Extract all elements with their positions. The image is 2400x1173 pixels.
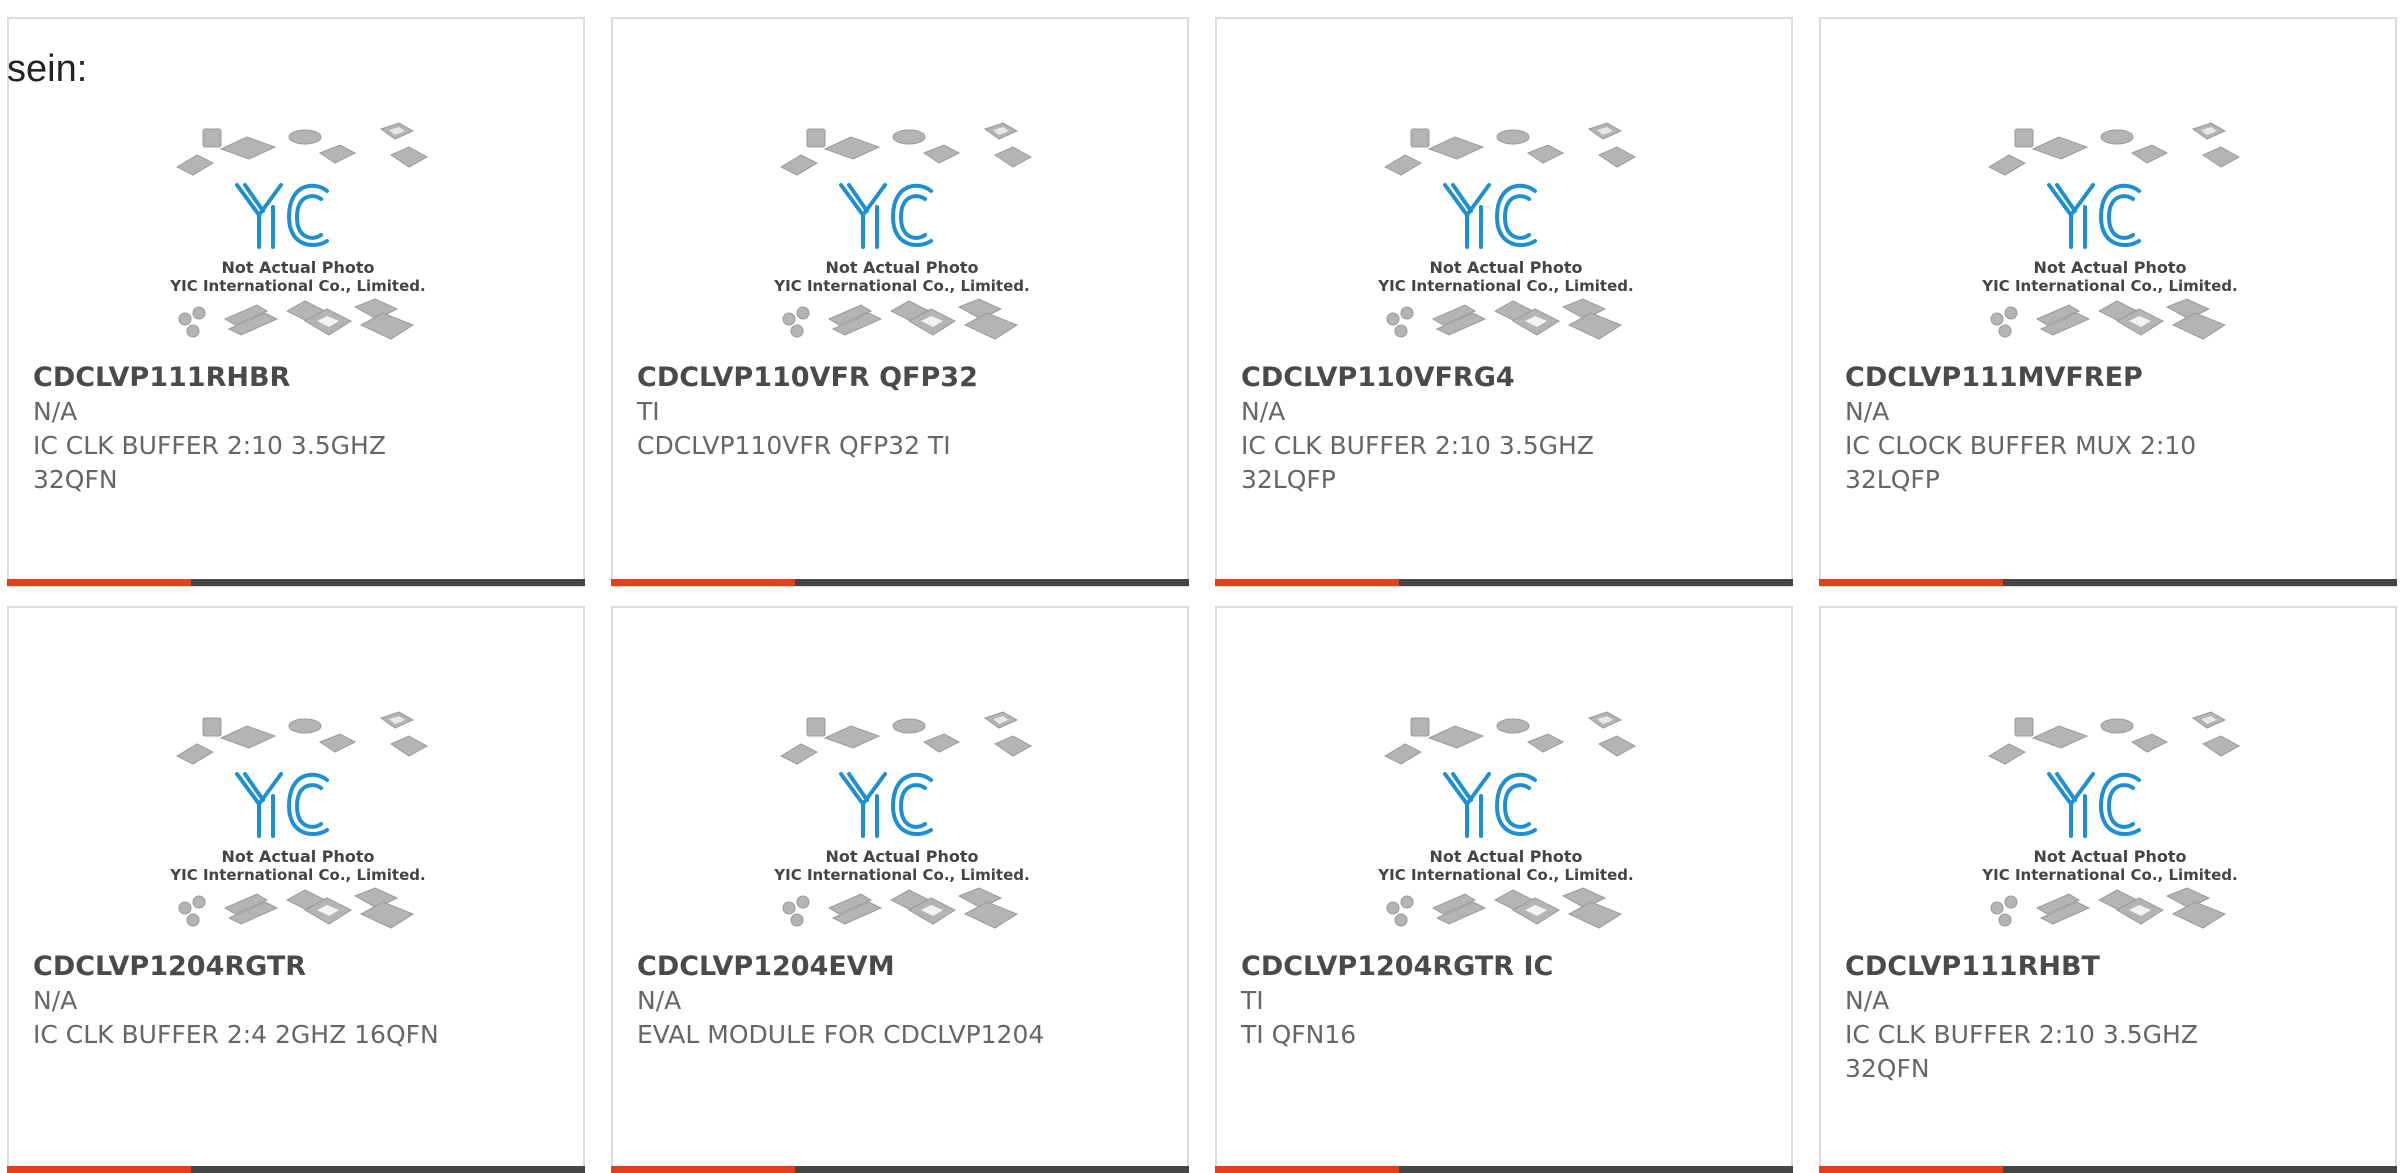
card-accent-stripe bbox=[611, 1166, 795, 1173]
manufacturer: N/A bbox=[33, 986, 78, 1015]
product-placeholder-image[interactable]: Not Actual Photo YIC International Co., L… bbox=[759, 107, 1045, 357]
card-bottom-bar bbox=[1819, 579, 2397, 586]
not-actual-photo-notice: Not Actual Photo bbox=[221, 847, 374, 866]
card-accent-stripe bbox=[7, 579, 191, 586]
product-placeholder-image[interactable]: Not Actual Photo YIC International Co., L… bbox=[1967, 107, 2253, 357]
company-name-notice: YIC International Co., Limited. bbox=[1377, 277, 1633, 295]
product-card[interactable]: Not Actual Photo YIC International Co., L… bbox=[1819, 606, 2397, 1173]
product-info: CDCLVP110VFRG4 N/A IC CLK BUFFER 2:10 3.5G… bbox=[1241, 361, 1767, 497]
product-placeholder-image[interactable]: Not Actual Photo YIC International Co., L… bbox=[759, 696, 1045, 946]
part-number-link[interactable]: CDCLVP111RHBR bbox=[33, 361, 559, 395]
manufacturer: N/A bbox=[1845, 986, 1890, 1015]
company-name-notice: YIC International Co., Limited. bbox=[169, 866, 425, 884]
company-name-notice: YIC International Co., Limited. bbox=[1981, 866, 2237, 884]
product-placeholder-image[interactable]: Not Actual Photo YIC International Co., L… bbox=[1363, 696, 1649, 946]
part-number-link[interactable]: CDCLVP111MVFREP bbox=[1845, 361, 2371, 395]
product-info: CDCLVP1204RGTR N/A IC CLK BUFFER 2:4 2GHZ … bbox=[33, 950, 559, 1052]
part-number-link[interactable]: CDCLVP111RHBT bbox=[1845, 950, 2371, 984]
product-description: IC CLK BUFFER 2:10 3.5GHZ 32QFN bbox=[1845, 1020, 2198, 1083]
part-number-link[interactable]: CDCLVP1204RGTR bbox=[33, 950, 559, 984]
manufacturer: N/A bbox=[1845, 397, 1890, 426]
product-card[interactable]: Not Actual Photo YIC International Co., L… bbox=[611, 606, 1189, 1173]
product-placeholder-image[interactable]: Not Actual Photo YIC International Co., L… bbox=[1967, 696, 2253, 946]
product-info: CDCLVP111RHBT N/A IC CLK BUFFER 2:10 3.5GH… bbox=[1845, 950, 2371, 1086]
card-bottom-bar bbox=[7, 579, 585, 586]
manufacturer: N/A bbox=[33, 397, 78, 426]
product-info: CDCLVP111MVFREP N/A IC CLOCK BUFFER MUX 2:… bbox=[1845, 361, 2371, 497]
product-description: IC CLK BUFFER 2:4 2GHZ 16QFN bbox=[33, 1020, 439, 1049]
not-actual-photo-notice: Not Actual Photo bbox=[2033, 847, 2186, 866]
product-placeholder-image[interactable]: Not Actual Photo YIC International Co., L… bbox=[1363, 107, 1649, 357]
not-actual-photo-notice: Not Actual Photo bbox=[825, 258, 978, 277]
card-accent-stripe bbox=[611, 579, 795, 586]
part-number-link[interactable]: CDCLVP110VFR QFP32 bbox=[637, 361, 1163, 395]
company-name-notice: YIC International Co., Limited. bbox=[169, 277, 425, 295]
company-name-notice: YIC International Co., Limited. bbox=[1377, 866, 1633, 884]
company-name-notice: YIC International Co., Limited. bbox=[773, 277, 1029, 295]
manufacturer: N/A bbox=[1241, 397, 1286, 426]
intro-text: sein: bbox=[7, 48, 88, 90]
product-description: IC CLOCK BUFFER MUX 2:10 32LQFP bbox=[1845, 431, 2197, 494]
card-accent-stripe bbox=[1215, 579, 1399, 586]
card-bottom-bar bbox=[611, 579, 1189, 586]
product-description: EVAL MODULE FOR CDCLVP1204 bbox=[637, 1020, 1045, 1049]
not-actual-photo-notice: Not Actual Photo bbox=[2033, 258, 2186, 277]
product-description: CDCLVP110VFR QFP32 TI bbox=[637, 431, 951, 460]
company-name-notice: YIC International Co., Limited. bbox=[773, 866, 1029, 884]
card-bottom-bar bbox=[7, 1166, 585, 1173]
manufacturer: TI bbox=[1241, 986, 1264, 1015]
product-info: CDCLVP110VFR QFP32 TI CDCLVP110VFR QFP32 T… bbox=[637, 361, 1163, 463]
product-card[interactable]: Not Actual Photo YIC International Co., L… bbox=[1819, 17, 2397, 587]
not-actual-photo-notice: Not Actual Photo bbox=[825, 847, 978, 866]
part-number-link[interactable]: CDCLVP110VFRG4 bbox=[1241, 361, 1767, 395]
product-card[interactable]: Not Actual Photo YIC International Co., L… bbox=[7, 17, 585, 587]
part-number-link[interactable]: CDCLVP1204EVM bbox=[637, 950, 1163, 984]
manufacturer: N/A bbox=[637, 986, 682, 1015]
product-card[interactable]: Not Actual Photo YIC International Co., L… bbox=[7, 606, 585, 1173]
product-card[interactable]: Not Actual Photo YIC International Co., L… bbox=[1215, 606, 1793, 1173]
product-card[interactable]: Not Actual Photo YIC International Co., L… bbox=[1215, 17, 1793, 587]
product-info: CDCLVP1204EVM N/A EVAL MODULE FOR CDCLVP12… bbox=[637, 950, 1163, 1052]
not-actual-photo-notice: Not Actual Photo bbox=[221, 258, 374, 277]
card-bottom-bar bbox=[611, 1166, 1189, 1173]
product-placeholder-image[interactable]: Not Actual Photo YIC International Co., L… bbox=[155, 107, 441, 357]
not-actual-photo-notice: Not Actual Photo bbox=[1429, 847, 1582, 866]
company-name-notice: YIC International Co., Limited. bbox=[1981, 277, 2237, 295]
product-placeholder-image[interactable]: Not Actual Photo YIC International Co., L… bbox=[155, 696, 441, 946]
card-bottom-bar bbox=[1215, 579, 1793, 586]
product-description: TI QFN16 bbox=[1241, 1020, 1357, 1049]
card-bottom-bar bbox=[1819, 1166, 2397, 1173]
product-description: IC CLK BUFFER 2:10 3.5GHZ 32QFN bbox=[33, 431, 386, 494]
card-accent-stripe bbox=[1215, 1166, 1399, 1173]
product-info: CDCLVP1204RGTR IC TI TI QFN16 bbox=[1241, 950, 1767, 1052]
product-grid-page: sein: Not Actual Photo YIC International… bbox=[0, 0, 2400, 1173]
card-accent-stripe bbox=[1819, 1166, 2003, 1173]
card-accent-stripe bbox=[7, 1166, 191, 1173]
manufacturer: TI bbox=[637, 397, 660, 426]
not-actual-photo-notice: Not Actual Photo bbox=[1429, 258, 1582, 277]
product-info: CDCLVP111RHBR N/A IC CLK BUFFER 2:10 3.5GH… bbox=[33, 361, 559, 497]
product-card[interactable]: Not Actual Photo YIC International Co., L… bbox=[611, 17, 1189, 587]
part-number-link[interactable]: CDCLVP1204RGTR IC bbox=[1241, 950, 1767, 984]
product-description: IC CLK BUFFER 2:10 3.5GHZ 32LQFP bbox=[1241, 431, 1594, 494]
card-bottom-bar bbox=[1215, 1166, 1793, 1173]
card-accent-stripe bbox=[1819, 579, 2003, 586]
